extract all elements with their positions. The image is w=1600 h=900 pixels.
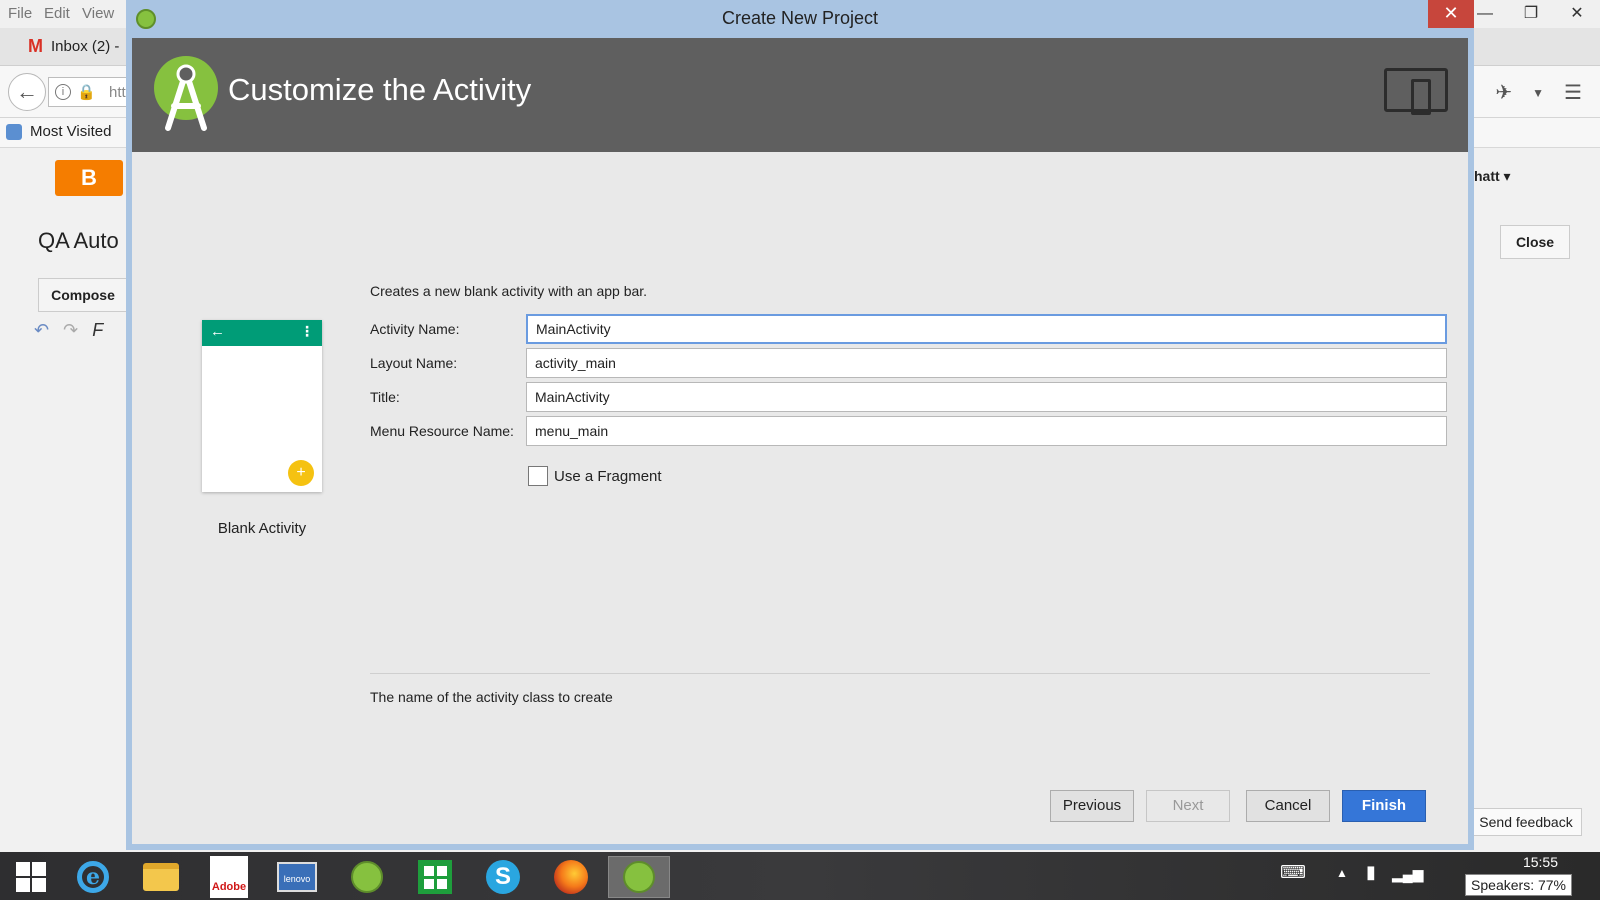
device-form-factor-icon <box>1384 68 1448 115</box>
blogger-logo[interactable]: B <box>55 160 123 196</box>
folder-icon <box>143 863 179 891</box>
page-title: Customize the Activity <box>228 72 532 107</box>
dialog-close-button[interactable]: ✕ <box>1428 0 1474 28</box>
battery-icon[interactable]: ▮ <box>1366 862 1376 883</box>
dialog-header: Customize the Activity <box>132 38 1468 152</box>
user-name[interactable]: hatt ▾ <box>1474 168 1511 185</box>
layout-name-input[interactable] <box>526 348 1447 378</box>
preview-appbar: ← ⋮ <box>202 320 322 346</box>
use-fragment-row[interactable]: Use a Fragment <box>528 466 662 486</box>
more-vert-icon: ⋮ <box>300 323 314 339</box>
bookmark-most-visited[interactable]: Most Visited <box>6 123 111 140</box>
keyboard-icon[interactable]: ⌨ <box>1280 862 1306 883</box>
show-hidden-icons-icon[interactable]: ▲ <box>1336 866 1348 880</box>
activity-preview: ← ⋮ + <box>202 320 322 492</box>
android-studio-logo-icon <box>154 56 218 131</box>
extension-icon[interactable]: ✈ <box>1495 80 1512 105</box>
gmail-icon: M <box>28 36 43 56</box>
volume-tooltip: Speakers: 77% <box>1465 874 1572 896</box>
title-label: Title: <box>370 389 400 405</box>
taskbar-lenovo[interactable]: lenovo <box>266 856 328 898</box>
bookmark-label: Most Visited <box>30 123 112 140</box>
use-fragment-checkbox[interactable] <box>528 466 548 486</box>
dialog-title: Create New Project <box>721 8 879 28</box>
taskbar: e Adobe lenovo S ⌨ ▲ ▮ ▂▄▆ 15:55 Speaker… <box>0 852 1600 900</box>
redo-icon[interactable]: ↷ <box>63 320 78 341</box>
finish-button[interactable]: Finish <box>1342 790 1426 822</box>
fab-plus-icon: + <box>288 460 314 486</box>
clock[interactable]: 15:55 <box>1523 854 1558 870</box>
title-input[interactable] <box>526 382 1447 412</box>
taskbar-adobe[interactable]: Adobe <box>198 856 260 898</box>
taskbar-file-explorer[interactable] <box>130 856 192 898</box>
activity-name-label: Activity Name: <box>370 321 460 337</box>
blog-title: QA Auto <box>38 228 119 253</box>
previous-button[interactable]: Previous <box>1050 790 1134 822</box>
menu-view[interactable]: View <box>82 5 114 22</box>
lock-icon: 🔒 <box>77 84 96 101</box>
compose-button[interactable]: Compose <box>38 278 128 312</box>
hamburger-menu-icon[interactable]: ☰ <box>1564 80 1582 105</box>
taskbar-firefox[interactable] <box>540 856 602 898</box>
android-studio-icon <box>623 861 655 893</box>
next-button[interactable]: Next <box>1146 790 1230 822</box>
menu-resource-label: Menu Resource Name: <box>370 423 514 439</box>
browser-toolbar-right: ✈ ▼ ☰ <box>1495 80 1582 105</box>
cancel-button[interactable]: Cancel <box>1246 790 1330 822</box>
windows-start-icon <box>16 862 46 892</box>
use-fragment-label[interactable]: Use a Fragment <box>554 468 662 485</box>
taskbar-skype[interactable]: S <box>472 856 534 898</box>
arrow-back-icon: ← <box>210 323 225 340</box>
close-button[interactable]: Close <box>1500 225 1570 259</box>
editor-toolbar: ↶ ↷ F <box>34 320 103 341</box>
network-icon[interactable]: ▂▄▆ <box>1392 866 1423 883</box>
field-help-text: The name of the activity class to create <box>370 689 613 705</box>
taskbar-android-studio[interactable] <box>336 856 398 898</box>
activity-name-input[interactable] <box>526 314 1447 344</box>
layout-name-label: Layout Name: <box>370 355 458 371</box>
template-description: Creates a new blank activity with an app… <box>370 283 648 299</box>
dropdown-icon[interactable]: ▼ <box>1532 86 1544 100</box>
tab-title: Inbox (2) - <box>51 38 120 55</box>
menu-file[interactable]: File <box>8 5 32 22</box>
undo-icon[interactable]: ↶ <box>34 320 49 341</box>
adobe-icon: Adobe <box>210 856 248 898</box>
send-feedback-button[interactable]: Send feedback <box>1470 808 1582 836</box>
preview-label: Blank Activity <box>217 520 307 537</box>
back-button[interactable]: ← <box>8 73 46 111</box>
skype-icon: S <box>486 860 520 894</box>
create-new-project-dialog: Create New Project ✕ Customize the Activ… <box>126 0 1474 850</box>
restore-icon[interactable]: ❐ <box>1508 0 1554 28</box>
menu-resource-input[interactable] <box>526 416 1447 446</box>
menu-edit[interactable]: Edit <box>44 5 70 22</box>
taskbar-store[interactable] <box>404 856 466 898</box>
firefox-icon <box>554 860 588 894</box>
taskbar-android-studio-active[interactable] <box>608 856 670 898</box>
android-studio-icon <box>351 861 383 893</box>
info-icon[interactable]: i <box>55 84 71 100</box>
close-icon[interactable]: ✕ <box>1554 0 1600 28</box>
divider <box>370 673 1430 674</box>
font-icon[interactable]: F <box>92 320 103 341</box>
browser-tab[interactable]: M Inbox (2) - <box>28 36 119 57</box>
taskbar-internet-explorer[interactable]: e <box>62 856 124 898</box>
browser-window-controls: — ❐ ✕ <box>1462 0 1600 28</box>
system-tray: ⌨ ▲ ▮ ▂▄▆ 15:55 Speakers: 77% <box>1280 852 1600 900</box>
bookmark-icon <box>6 123 22 140</box>
start-button[interactable] <box>0 856 62 898</box>
internet-explorer-icon: e <box>77 861 109 893</box>
store-icon <box>418 860 452 894</box>
url-bar[interactable]: i 🔒 htt <box>48 77 138 107</box>
dialog-titlebar: Create New Project ✕ <box>126 0 1474 38</box>
lenovo-icon: lenovo <box>277 862 317 892</box>
url-text: htt <box>109 84 126 101</box>
